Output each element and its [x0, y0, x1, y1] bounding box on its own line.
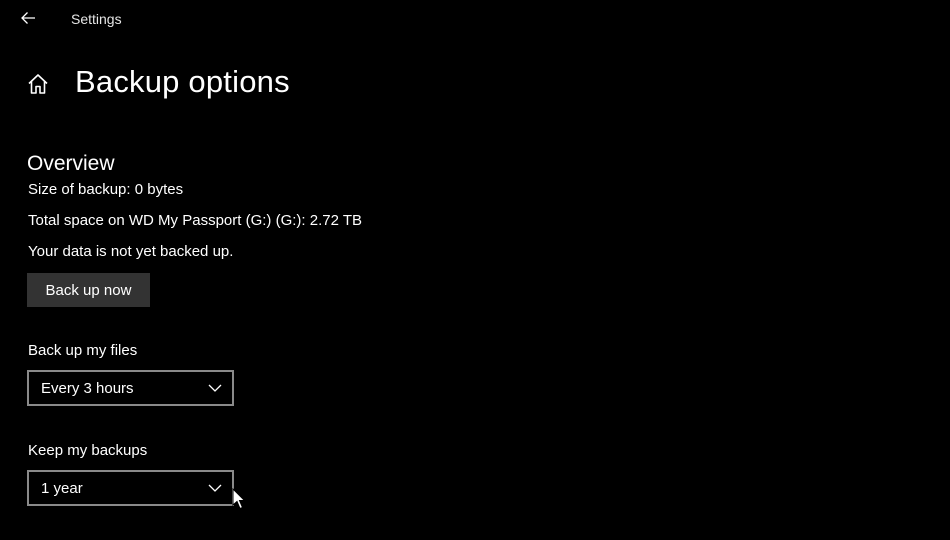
home-icon[interactable]: [26, 72, 50, 96]
total-space-text: Total space on WD My Passport (G:) (G:):…: [28, 212, 362, 229]
chevron-down-icon: [208, 383, 222, 393]
keep-backups-value: 1 year: [41, 479, 83, 497]
keep-backups-label: Keep my backups: [28, 442, 148, 459]
back-up-now-button[interactable]: Back up now: [27, 273, 150, 307]
chevron-down-icon: [208, 483, 222, 493]
backup-size-text: Size of backup: 0 bytes: [28, 181, 184, 198]
backup-frequency-label: Back up my files: [28, 342, 138, 359]
page-title: Backup options: [75, 64, 290, 99]
keep-backups-dropdown[interactable]: 1 year: [27, 470, 234, 506]
backup-status-text: Your data is not yet backed up.: [28, 243, 234, 260]
mouse-pointer-icon: [232, 487, 246, 510]
overview-heading: Overview: [27, 152, 115, 175]
backup-frequency-dropdown[interactable]: Every 3 hours: [27, 370, 234, 406]
app-title: Settings: [71, 11, 122, 27]
back-button[interactable]: [14, 6, 42, 30]
backup-frequency-value: Every 3 hours: [41, 379, 134, 397]
back-arrow-icon: [21, 12, 35, 24]
